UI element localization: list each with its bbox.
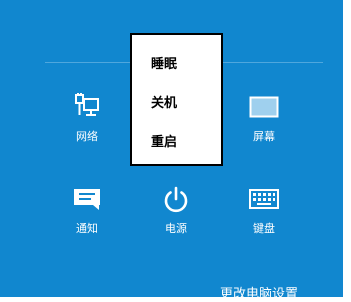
restart-menu-item[interactable]: 重启 <box>151 131 177 150</box>
keyboard-icon <box>249 189 279 209</box>
network-label: 网络 <box>76 130 98 143</box>
screen-icon <box>249 96 279 118</box>
shutdown-menu-item[interactable]: 关机 <box>151 92 177 111</box>
screen-label: 屏幕 <box>253 130 275 143</box>
sleep-menu-item[interactable]: 睡眠 <box>151 53 177 72</box>
network-icon <box>75 93 99 116</box>
change-pc-settings-link[interactable]: 更改电脑设置 <box>220 283 298 302</box>
power-icon <box>164 186 188 213</box>
keyboard-label: 键盘 <box>253 222 275 235</box>
notifications-tile[interactable]: 通知 <box>52 184 122 236</box>
notifications-label: 通知 <box>76 222 98 235</box>
notifications-icon <box>74 189 100 210</box>
network-tile[interactable]: 网络 <box>52 92 122 144</box>
screen-tile[interactable]: 屏幕 <box>229 92 299 144</box>
power-options-menu: 睡眠 关机 重启 <box>130 33 223 166</box>
power-tile[interactable]: 电源 <box>141 184 211 236</box>
keyboard-tile[interactable]: 键盘 <box>229 184 299 236</box>
settings-charm-panel: 网络 屏幕 通知 电源 键盘 睡眠 关机 重启 更改电脑设置 <box>0 0 343 302</box>
power-label: 电源 <box>165 222 187 235</box>
